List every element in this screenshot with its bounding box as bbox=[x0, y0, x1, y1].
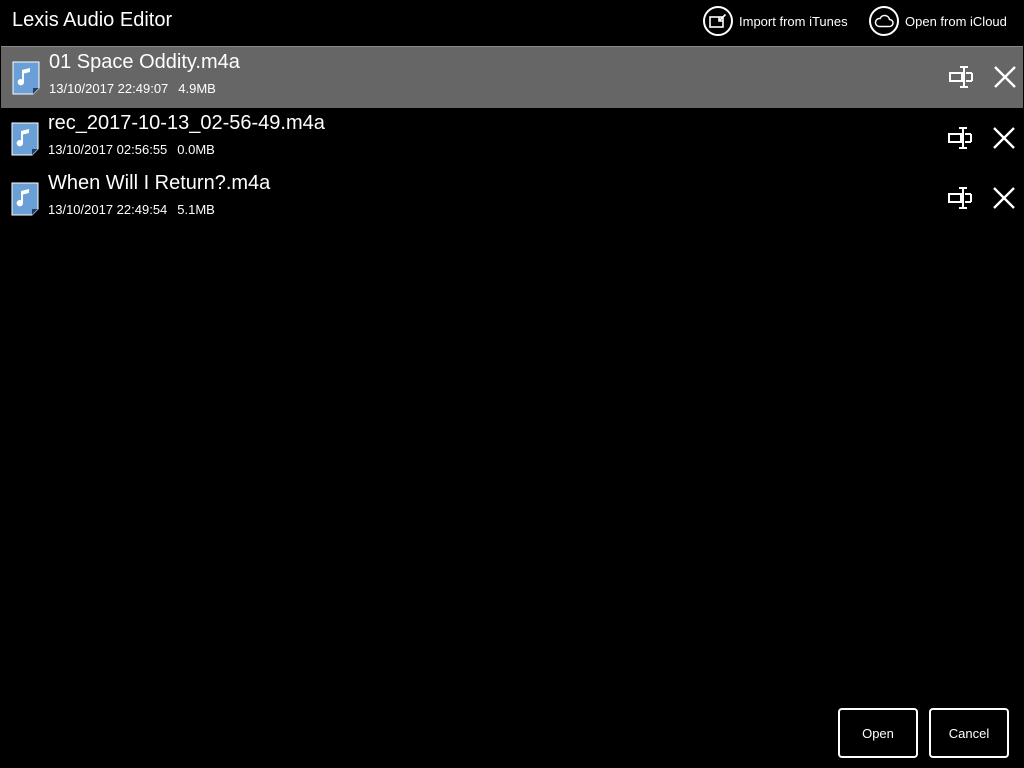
import-arrow-icon bbox=[703, 6, 733, 36]
file-list: 01 Space Oddity.m4a 13/10/2017 22:49:07 4… bbox=[0, 46, 1024, 228]
file-date: 13/10/2017 22:49:07 bbox=[49, 81, 169, 96]
audio-file-icon bbox=[11, 182, 39, 216]
rename-button[interactable] bbox=[947, 63, 975, 91]
audio-file-icon bbox=[11, 122, 39, 156]
file-size: 0.0MB bbox=[177, 142, 215, 157]
file-date: 13/10/2017 22:49:54 bbox=[48, 202, 168, 217]
rename-button[interactable] bbox=[946, 184, 974, 212]
import-from-itunes-label: Import from iTunes bbox=[739, 13, 848, 29]
file-name: 01 Space Oddity.m4a bbox=[49, 51, 240, 73]
open-button[interactable]: Open bbox=[838, 708, 918, 758]
rename-icon bbox=[949, 66, 973, 88]
file-meta: 13/10/2017 02:56:55 0.0MB bbox=[48, 142, 215, 158]
header-bar: Lexis Audio Editor Import from iTunes Op… bbox=[0, 0, 1024, 42]
close-icon bbox=[993, 187, 1015, 209]
audio-file-icon bbox=[12, 61, 40, 95]
import-from-itunes-button[interactable]: Import from iTunes bbox=[703, 4, 848, 38]
rename-button[interactable] bbox=[946, 124, 974, 152]
rename-icon bbox=[948, 187, 972, 209]
file-meta: 13/10/2017 22:49:54 5.1MB bbox=[48, 202, 215, 218]
file-row[interactable]: When Will I Return?.m4a 13/10/2017 22:49… bbox=[0, 168, 1024, 228]
cancel-button[interactable]: Cancel bbox=[929, 708, 1009, 758]
open-from-icloud-label: Open from iCloud bbox=[905, 13, 1007, 29]
open-from-icloud-button[interactable]: Open from iCloud bbox=[869, 4, 1007, 38]
delete-button[interactable] bbox=[991, 63, 1019, 91]
file-name: rec_2017-10-13_02-56-49.m4a bbox=[48, 112, 325, 134]
file-size: 5.1MB bbox=[177, 202, 215, 217]
close-icon bbox=[993, 127, 1015, 149]
file-row[interactable]: 01 Space Oddity.m4a 13/10/2017 22:49:07 4… bbox=[1, 46, 1023, 108]
file-name: When Will I Return?.m4a bbox=[48, 172, 271, 194]
file-row[interactable]: rec_2017-10-13_02-56-49.m4a 13/10/2017 0… bbox=[0, 108, 1024, 168]
file-browser-screen: Lexis Audio Editor Import from iTunes Op… bbox=[0, 0, 1024, 768]
file-size: 4.9MB bbox=[178, 81, 216, 96]
delete-button[interactable] bbox=[990, 184, 1018, 212]
rename-icon bbox=[948, 127, 972, 149]
close-icon bbox=[994, 66, 1016, 88]
cloud-icon bbox=[869, 6, 899, 36]
app-title: Lexis Audio Editor bbox=[12, 9, 173, 31]
delete-button[interactable] bbox=[990, 124, 1018, 152]
file-meta: 13/10/2017 22:49:07 4.9MB bbox=[49, 81, 216, 97]
file-date: 13/10/2017 02:56:55 bbox=[48, 142, 168, 157]
